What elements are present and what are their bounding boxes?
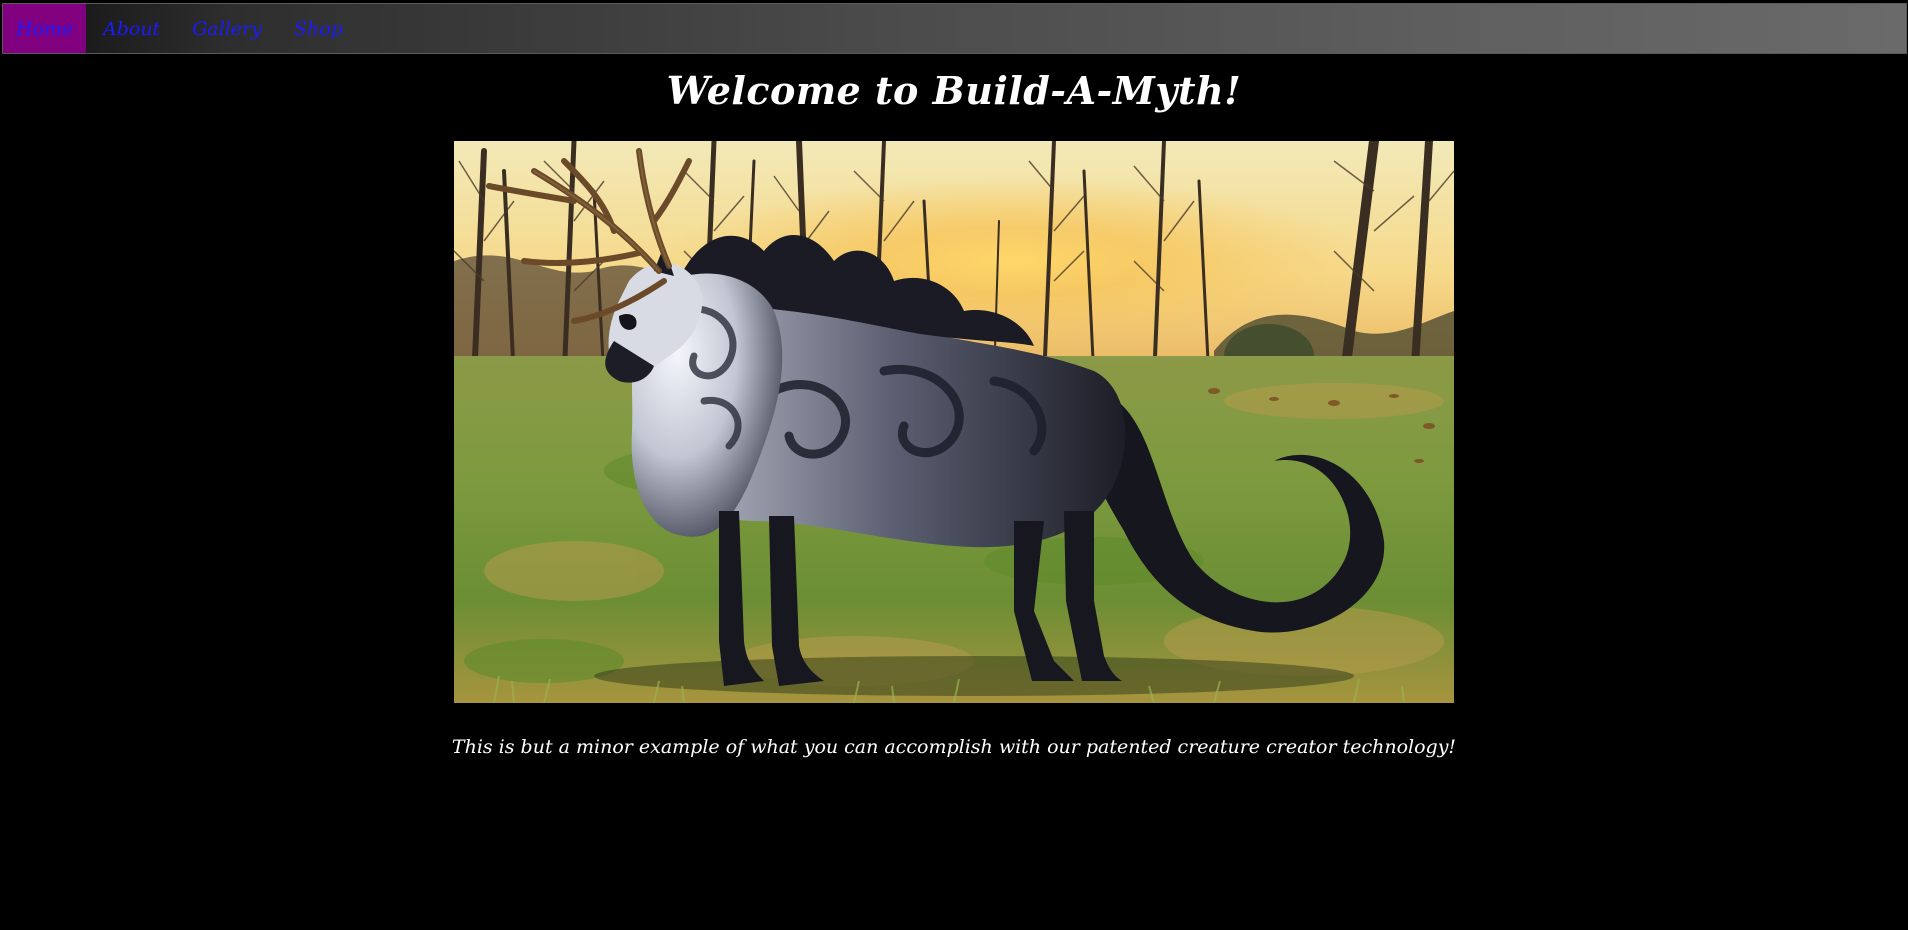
nav-item-gallery[interactable]: Gallery xyxy=(176,4,278,53)
hero-image xyxy=(454,141,1454,703)
hero-caption: This is but a minor example of what you … xyxy=(451,736,1457,758)
page-title: Welcome to Build-A-Myth! xyxy=(666,68,1242,113)
nav-item-home[interactable]: Home xyxy=(3,4,86,53)
nav-item-shop[interactable]: Shop xyxy=(278,4,359,53)
top-navbar: Home About Gallery Shop xyxy=(2,3,1907,54)
nav-item-about[interactable]: About xyxy=(86,4,176,53)
